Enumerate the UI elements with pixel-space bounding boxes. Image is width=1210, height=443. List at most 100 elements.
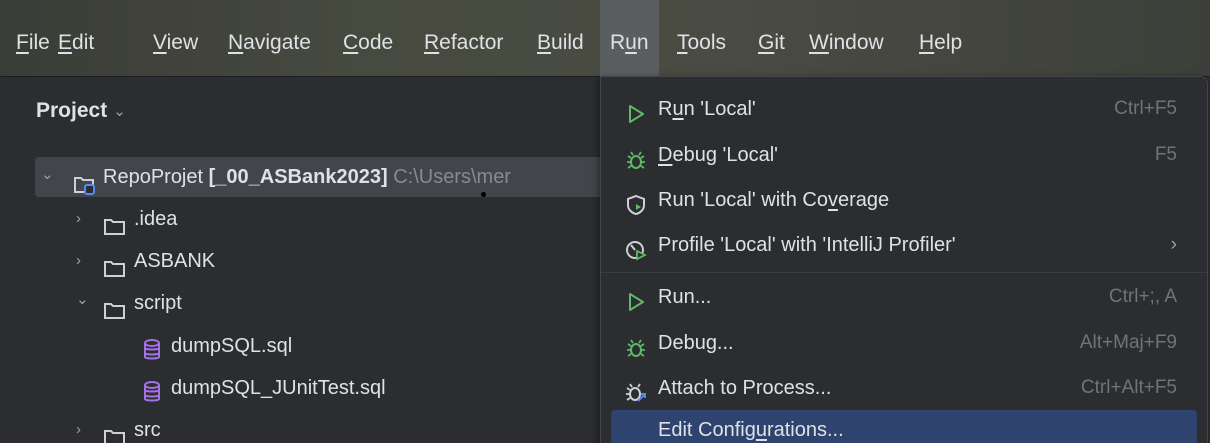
chevron-right-icon: ›: [76, 421, 81, 438]
menu-refactor[interactable]: Refactor: [424, 28, 503, 60]
menu-edit-mnemonic: E: [58, 31, 73, 54]
menu-code-mnemonic: C: [343, 31, 359, 54]
menu-navigate-mnemonic: N: [228, 31, 244, 54]
menu-navigate-label: avigate: [243, 31, 311, 54]
menu-run[interactable]: Run: [600, 0, 659, 76]
chevron-right-icon: ›: [76, 210, 81, 227]
coverage-shield-icon: [625, 190, 647, 216]
run-item[interactable]: Run... Ctrl+;, A: [611, 277, 1197, 317]
coverage-label-end: erage: [837, 189, 890, 211]
menu-git[interactable]: Git: [758, 28, 785, 60]
tree-item-script[interactable]: ⌄ script: [0, 283, 600, 323]
menu-build[interactable]: Build: [537, 28, 584, 60]
attach-label: Attach to Process...: [658, 377, 832, 399]
debug-local-mnemonic: D: [658, 144, 673, 166]
edit-config-label: Edit Configurations...: [658, 410, 844, 443]
menu-git-mnemonic: G: [758, 31, 775, 54]
chevron-right-icon: ›: [76, 252, 81, 269]
debug-label: Debug...: [658, 332, 734, 354]
menu-view-label: iew: [166, 31, 199, 54]
run-local-label: Run 'Local': [658, 89, 756, 129]
run-local-label-start: R: [658, 98, 673, 120]
menu-run-mnemonic: u: [625, 31, 637, 54]
profile-item[interactable]: Profile 'Local' with 'IntelliJ Profiler'…: [611, 225, 1197, 265]
menu-window-label: indow: [828, 31, 884, 54]
tree-item-idea[interactable]: › .idea: [0, 199, 600, 239]
menu-file[interactable]: File: [16, 28, 50, 60]
run-icon: [625, 287, 647, 311]
tree-item-label: dumpSQL.sql: [171, 335, 293, 357]
root-name: RepoProjet: [103, 166, 204, 188]
menu-run-label-start: R: [610, 31, 626, 54]
folder-icon: [104, 421, 126, 443]
root-path: C:\Users\mer: [393, 166, 511, 188]
menu-window-mnemonic: W: [809, 31, 829, 54]
menu-refactor-label: efactor: [439, 31, 504, 54]
tree-item-asbank[interactable]: › ASBANK: [0, 241, 600, 281]
debug-bug-icon: [625, 333, 647, 357]
attach-shortcut: Ctrl+Alt+F5: [1080, 377, 1177, 398]
menu-git-label: it: [774, 31, 785, 54]
menu-tools[interactable]: Tools: [677, 28, 726, 60]
menu-navigate[interactable]: Navigate: [228, 28, 311, 60]
debug-local-label-end: ebug 'Local': [672, 144, 778, 166]
tree-item-dumpsql[interactable]: dumpSQL.sql: [0, 326, 600, 366]
run-local-mnemonic: u: [672, 98, 684, 120]
run-local-label-end: n 'Local': [683, 98, 756, 120]
menu-edit[interactable]: Edit: [58, 28, 94, 60]
edit-configurations-item[interactable]: Edit Configurations...: [611, 410, 1197, 443]
debug-local-label: Debug 'Local': [658, 135, 778, 175]
root-module-name: [_00_ASBank2023]: [208, 166, 388, 188]
menu-tools-mnemonic: T: [677, 31, 688, 54]
menu-view[interactable]: View: [153, 28, 198, 60]
chevron-down-icon: ⌄: [113, 103, 126, 120]
menu-separator: [601, 272, 1207, 273]
debug-item[interactable]: Debug... Alt+Maj+F9: [611, 323, 1197, 363]
tree-item-label: dumpSQL_JUnitTest.sql: [171, 377, 386, 399]
debug-shortcut: Alt+Maj+F9: [1079, 332, 1177, 353]
menu-file-label: ile: [28, 31, 50, 54]
run-local-item[interactable]: Run 'Local' Ctrl+F5: [611, 89, 1197, 129]
menu-build-label: uild: [551, 31, 584, 54]
profiler-gauge-icon: [625, 235, 648, 261]
menu-file-mnemonic: F: [16, 31, 29, 54]
run-menu-dropdown: Run 'Local' Ctrl+F5 Debug 'Local' F5 Run…: [600, 76, 1208, 443]
menu-help[interactable]: Help: [919, 28, 962, 60]
menu-build-mnemonic: B: [537, 31, 552, 54]
mouse-cursor: [481, 192, 486, 197]
profile-label: Profile 'Local' with 'IntelliJ Profiler': [658, 234, 956, 256]
run-icon: [625, 99, 647, 123]
debug-local-shortcut: F5: [1154, 144, 1177, 165]
debug-local-item[interactable]: Debug 'Local' F5: [611, 135, 1197, 175]
tree-item-label: script: [134, 292, 182, 314]
menu-window[interactable]: Window: [809, 28, 884, 60]
edit-config-mnemonic: u: [755, 419, 767, 441]
menu-bar: File Edit View Navigate Code Refactor Bu…: [0, 0, 1210, 77]
run-label: Run...: [658, 286, 712, 308]
attach-to-process-item[interactable]: Attach to Process... Ctrl+Alt+F5: [611, 368, 1197, 408]
tree-item-dumpsql-junit[interactable]: dumpSQL_JUnitTest.sql: [0, 368, 600, 408]
chevron-down-icon: ⌄: [76, 291, 89, 308]
menu-edit-label: dit: [72, 31, 95, 54]
tree-item-label: src: [134, 419, 161, 441]
menu-tools-label: ools: [687, 31, 727, 54]
menu-refactor-mnemonic: R: [424, 31, 440, 54]
coverage-label-start: Run 'Local' with Co: [658, 189, 828, 211]
edit-config-label-end: rations...: [766, 419, 844, 441]
run-shortcut: Ctrl+;, A: [1108, 286, 1177, 307]
run-with-coverage-item[interactable]: Run 'Local' with Coverage: [611, 180, 1197, 220]
chevron-right-icon: ›: [1170, 234, 1177, 255]
coverage-label: Run 'Local' with Coverage: [658, 180, 889, 220]
ide-window: File Edit View Navigate Code Refactor Bu…: [0, 0, 1210, 443]
tree-item-root[interactable]: ⌄ RepoProjet [_00_ASBank2023] C:\Users\m…: [35, 157, 635, 197]
menu-code[interactable]: Code: [343, 28, 393, 60]
module-folder-icon: [73, 169, 95, 195]
project-title-label: Project: [36, 99, 108, 122]
tree-item-label: .idea: [134, 208, 178, 230]
menu-view-mnemonic: V: [153, 31, 167, 54]
tree-item-src[interactable]: › src: [0, 410, 600, 443]
edit-config-label-start: Edit Config: [658, 419, 756, 441]
attach-debugger-icon: [625, 378, 647, 402]
project-panel-title[interactable]: Project ⌄: [36, 99, 126, 123]
coverage-mnemonic: v: [827, 189, 838, 211]
